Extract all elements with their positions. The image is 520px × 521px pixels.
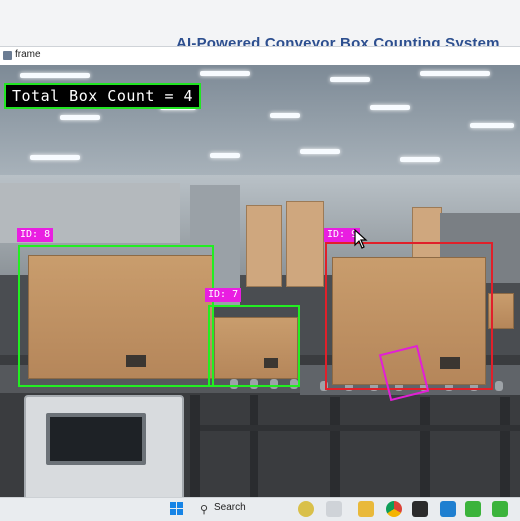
conveyor-leg (420, 397, 430, 497)
app-green-2-icon[interactable] (492, 501, 508, 517)
detection-tag-id-7: ID: 7 (205, 288, 242, 302)
conveyor-crossbar (200, 425, 520, 431)
task-view-icon[interactable] (326, 501, 342, 517)
ceiling-light (420, 71, 490, 76)
conveyor-leg (500, 397, 510, 497)
widgets-icon[interactable] (298, 501, 314, 517)
mouse-cursor-icon (354, 229, 368, 249)
detection-box-id-7 (208, 305, 300, 387)
ceiling-light (370, 105, 410, 110)
total-box-count: Total Box Count = 4 (4, 83, 202, 109)
conveyor-leg (190, 395, 200, 497)
pallet-stack (246, 205, 282, 287)
chrome-icon[interactable] (386, 501, 402, 517)
pallet-stack (286, 201, 324, 287)
detection-tag-id-8: ID: 8 (17, 228, 54, 242)
ceiling-light (20, 73, 90, 78)
conveyor-leg (330, 397, 340, 497)
taskbar-search[interactable]: ⚲ Search (196, 501, 286, 517)
ceiling-light (300, 149, 340, 154)
control-terminal (24, 395, 184, 497)
windows-start-icon[interactable] (170, 502, 184, 516)
window-title: frame (15, 49, 41, 60)
conveyor-leg (250, 395, 258, 497)
ceiling-light (400, 157, 440, 162)
conveyor-roller (495, 381, 503, 391)
video-frame: ID: 8 ID: 7 ID: 9 Total Box Count = 4 (0, 65, 520, 497)
ceiling-light (470, 123, 514, 128)
app-green-icon[interactable] (465, 501, 481, 517)
terminal-screen (46, 413, 146, 465)
ceiling-light (60, 115, 100, 120)
ceiling-light (270, 113, 300, 118)
detection-box-id-8 (18, 245, 214, 387)
terminal-icon[interactable] (412, 501, 428, 517)
search-label: Search (214, 502, 246, 513)
ceiling-light (210, 153, 240, 158)
vscode-icon[interactable] (440, 501, 456, 517)
ceiling-light (330, 77, 370, 82)
frame-window-titlebar[interactable]: frame (0, 46, 520, 66)
ceiling-light (30, 155, 80, 160)
search-icon: ⚲ (200, 503, 209, 516)
ceiling-light (200, 71, 250, 76)
file-explorer-icon[interactable] (358, 501, 374, 517)
app-window-icon (3, 51, 12, 60)
windows-taskbar: ⚲ Search (0, 497, 520, 521)
